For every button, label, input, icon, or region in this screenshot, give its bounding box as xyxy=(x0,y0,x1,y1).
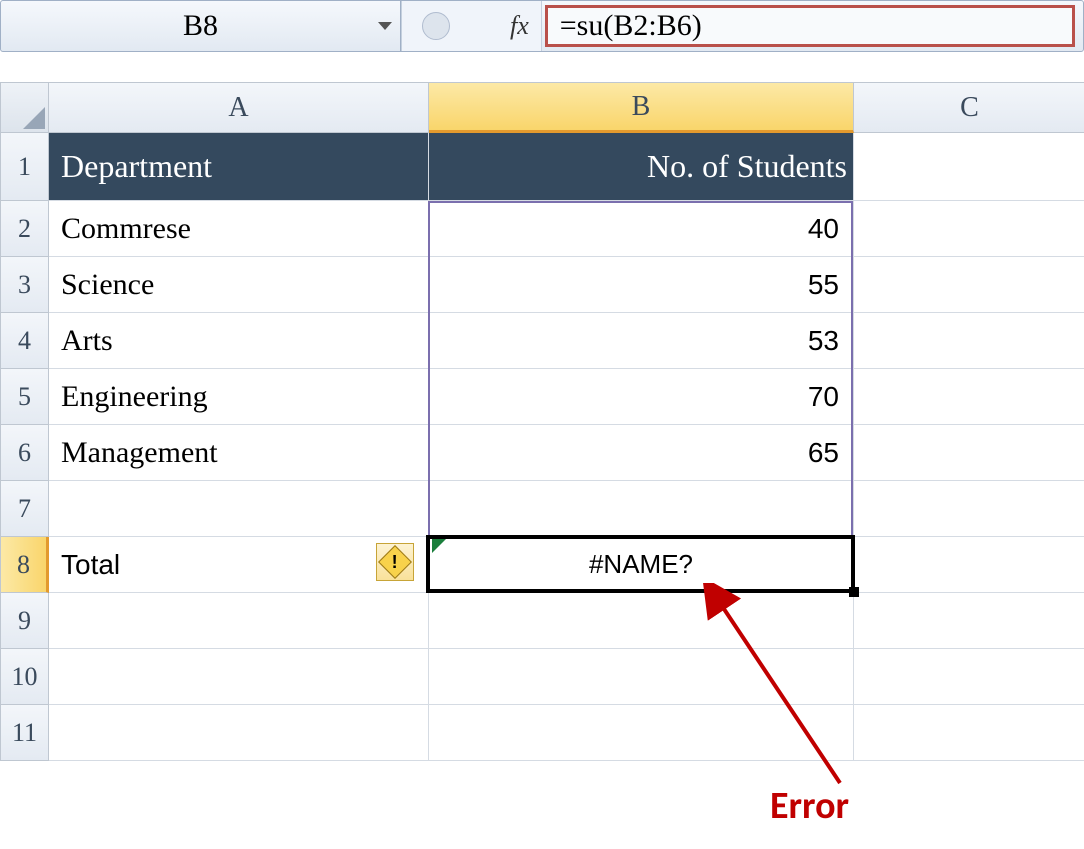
warning-icon: ! xyxy=(378,545,412,579)
cell-A4[interactable]: Arts xyxy=(49,313,429,369)
formula-input[interactable]: =su(B2:B6) xyxy=(545,5,1075,48)
cell-A11[interactable] xyxy=(49,705,429,761)
error-indicator-icon xyxy=(432,539,446,553)
cell-C7[interactable] xyxy=(854,481,1084,537)
cell-C3[interactable] xyxy=(854,257,1084,313)
cell-A6[interactable]: Management xyxy=(49,425,429,481)
cancel-icon[interactable] xyxy=(422,12,450,40)
fx-icon[interactable]: fx xyxy=(510,11,529,41)
cell-A7[interactable] xyxy=(49,481,429,537)
row-header-10[interactable]: 10 xyxy=(1,649,49,705)
fx-area: fx xyxy=(401,1,542,51)
cell-B7[interactable] xyxy=(429,481,854,537)
cell-C5[interactable] xyxy=(854,369,1084,425)
row-header-5[interactable]: 5 xyxy=(1,369,49,425)
cell-B6[interactable]: 65 xyxy=(429,425,854,481)
row-header-4[interactable]: 4 xyxy=(1,313,49,369)
cell-C10[interactable] xyxy=(854,649,1084,705)
column-header-A[interactable]: A xyxy=(49,83,429,133)
cell-C9[interactable] xyxy=(854,593,1084,649)
cell-C2[interactable] xyxy=(854,201,1084,257)
fill-handle[interactable] xyxy=(849,587,859,597)
cell-C6[interactable] xyxy=(854,425,1084,481)
cell-C8[interactable] xyxy=(854,537,1084,593)
name-box[interactable]: B8 xyxy=(1,1,401,51)
name-box-dropdown-icon[interactable] xyxy=(378,22,392,30)
cell-B1[interactable]: No. of Students xyxy=(429,133,854,201)
error-smart-tag[interactable]: ! xyxy=(376,543,414,581)
row-header-1[interactable]: 1 xyxy=(1,133,49,201)
row-header-2[interactable]: 2 xyxy=(1,201,49,257)
cell-B3[interactable]: 55 xyxy=(429,257,854,313)
cell-C1[interactable] xyxy=(854,133,1084,201)
cell-A8[interactable]: Total xyxy=(49,537,429,593)
cell-A10[interactable] xyxy=(49,649,429,705)
row-header-7[interactable]: 7 xyxy=(1,481,49,537)
cell-B11[interactable] xyxy=(429,705,854,761)
cell-B10[interactable] xyxy=(429,649,854,705)
cell-A9[interactable] xyxy=(49,593,429,649)
row-header-8[interactable]: 8 xyxy=(1,537,49,593)
column-header-B[interactable]: B xyxy=(429,83,854,133)
column-header-C[interactable]: C xyxy=(854,83,1084,133)
select-all-corner[interactable] xyxy=(1,83,49,133)
cell-B5[interactable]: 70 xyxy=(429,369,854,425)
cell-A3[interactable]: Science xyxy=(49,257,429,313)
cell-B9[interactable] xyxy=(429,593,854,649)
row-header-9[interactable]: 9 xyxy=(1,593,49,649)
cell-A5[interactable]: Engineering xyxy=(49,369,429,425)
formula-bar: B8 fx =su(B2:B6) xyxy=(0,0,1084,52)
cell-C11[interactable] xyxy=(854,705,1084,761)
cell-B8[interactable]: #NAME? xyxy=(429,537,854,593)
cell-B2[interactable]: 40 xyxy=(429,201,854,257)
select-all-triangle-icon xyxy=(23,107,45,129)
cell-C4[interactable] xyxy=(854,313,1084,369)
cell-A2[interactable]: Commrese xyxy=(49,201,429,257)
cell-A1[interactable]: Department xyxy=(49,133,429,201)
cell-B4[interactable]: 53 xyxy=(429,313,854,369)
formula-text: =su(B2:B6) xyxy=(560,9,702,43)
row-header-3[interactable]: 3 xyxy=(1,257,49,313)
annotation-label: Error xyxy=(770,783,849,829)
spreadsheet-grid: A B C 1 Department No. of Students 2 Com… xyxy=(0,82,1084,761)
row-header-6[interactable]: 6 xyxy=(1,425,49,481)
name-box-value: B8 xyxy=(183,9,218,43)
row-header-11[interactable]: 11 xyxy=(1,705,49,761)
